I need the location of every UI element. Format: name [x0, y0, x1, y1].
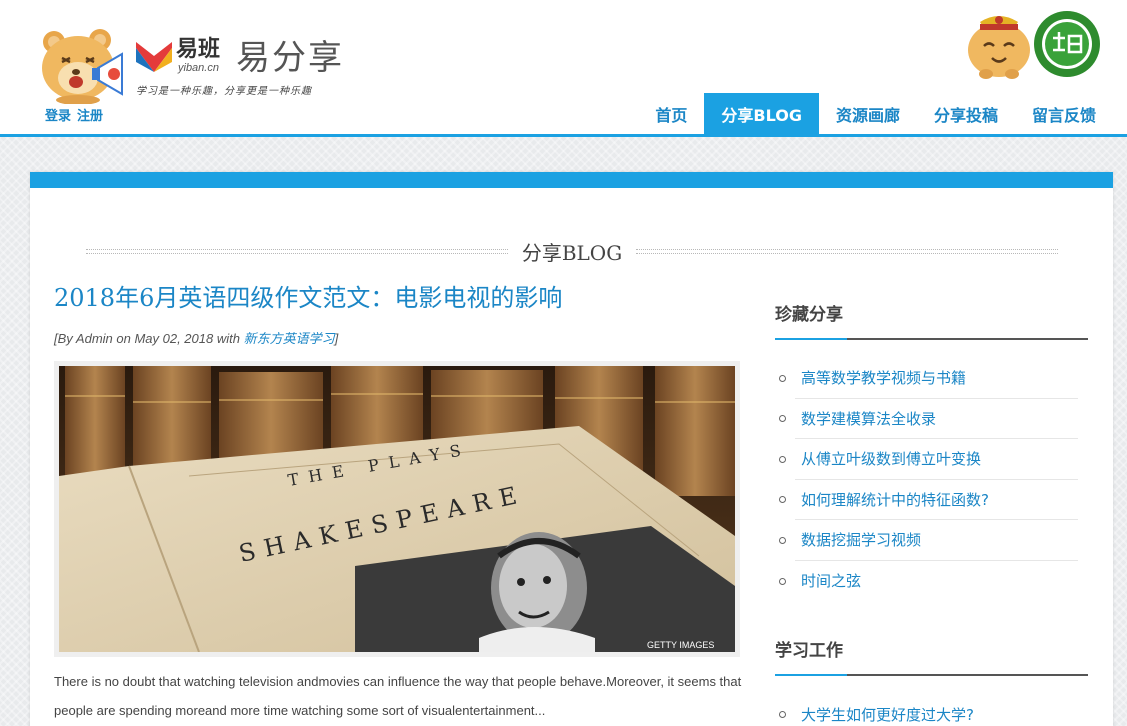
list-item: 数据挖掘学习视频: [779, 520, 1078, 561]
post-meta: [By Admin on May 02, 2018 with 新东方英语学习]: [54, 328, 338, 347]
sidebar-link[interactable]: 数学建模算法全收录: [801, 408, 936, 429]
nav-share-blog[interactable]: 分享BLOG: [704, 93, 819, 134]
section-heading: 分享BLOG: [86, 238, 1059, 265]
list-item: 从傅立叶级数到傅立叶变换: [779, 439, 1078, 480]
section-title: 分享BLOG: [521, 240, 623, 265]
post-featured-image[interactable]: THE PLAYS SHAKESPEARE GETTY IMAGES: [59, 366, 735, 652]
bear-hat-mascot-icon: [968, 16, 1030, 79]
register-link[interactable]: 注册: [77, 105, 103, 124]
sidebar-link[interactable]: 数据挖掘学习视频: [801, 529, 921, 550]
auth-links: 登录 注册: [45, 105, 103, 124]
yiban-brand-domain: yiban.cn: [178, 62, 219, 74]
post-meta-prefix: [By Admin on May 02, 2018 with: [54, 331, 244, 346]
bullet-icon: [779, 455, 786, 463]
widget-list-collection: 高等数学教学视频与书籍 数学建模算法全收录 从傅立叶级数到傅立叶变换 如何理解统…: [775, 358, 1078, 601]
yiban-logo-icon: [136, 42, 172, 72]
widget-list-study-work: 大学生如何更好度过大学?: [775, 694, 1078, 726]
brand-slogan: 学习是一种乐趣，分享更是一种乐趣: [136, 86, 312, 97]
heading-rule-left: [86, 248, 508, 254]
post-category-link[interactable]: 新东方英语学习: [244, 331, 335, 346]
list-item: 数学建模算法全收录: [779, 399, 1078, 439]
sidebar-link[interactable]: 从傅立叶级数到傅立叶变换: [801, 448, 981, 469]
nav-submit-share[interactable]: 分享投稿: [917, 93, 1015, 134]
yiban-brand-name: 易班: [176, 37, 221, 62]
widget-title-collection: 珍藏分享: [775, 298, 1088, 340]
nav-resource-gallery[interactable]: 资源画廊: [819, 93, 917, 134]
bullet-icon: [779, 577, 786, 585]
login-link[interactable]: 登录: [45, 105, 71, 124]
bullet-icon: [779, 415, 786, 423]
share-brand-name: 易分享: [236, 38, 344, 78]
sidebar-link[interactable]: 高等数学教学视频与书籍: [801, 367, 966, 388]
main-content: 分享BLOG 2018年6月英语四级作文范文：电影电视的影响 [By Admin…: [30, 172, 1113, 726]
main-nav: 首页 分享BLOG 资源画廊 分享投稿 留言反馈: [638, 93, 1113, 134]
image-watermark: GETTY IMAGES: [647, 640, 714, 650]
bear-megaphone-mascot-icon: [42, 29, 123, 104]
list-item: 时间之弦: [779, 561, 1078, 602]
book-spine: [65, 366, 125, 476]
list-item: 大学生如何更好度过大学?: [779, 694, 1078, 726]
nav-feedback[interactable]: 留言反馈: [1015, 93, 1113, 134]
site-header: 易班 yiban.cn 易分享 学习是一种乐趣，分享更是一种乐趣 登录 注册 首…: [0, 0, 1127, 137]
bullet-icon: [779, 711, 786, 719]
university-emblem-icon: [1034, 11, 1100, 77]
nav-home[interactable]: 首页: [638, 93, 704, 134]
site-brand[interactable]: 易班 yiban.cn 易分享 学习是一种乐趣，分享更是一种乐趣: [134, 36, 364, 98]
bullet-icon: [779, 496, 786, 504]
post-meta-suffix: ]: [334, 331, 339, 346]
widget-title-study-work: 学习工作: [775, 634, 1088, 676]
post-excerpt: There is no doubt that watching televisi…: [54, 674, 742, 718]
list-item: 如何理解统计中的特征函数?: [779, 480, 1078, 520]
post-image-frame: THE PLAYS SHAKESPEARE GETTY IMAGES: [54, 361, 740, 657]
sidebar-link[interactable]: 时间之弦: [801, 570, 861, 591]
list-item: 高等数学教学视频与书籍: [779, 358, 1078, 399]
post-title-link[interactable]: 2018年6月英语四级作文范文：电影电视的影响: [54, 278, 562, 313]
book-spine: [655, 366, 735, 496]
sidebar-link[interactable]: 大学生如何更好度过大学?: [801, 704, 974, 725]
bullet-icon: [779, 536, 786, 544]
bullet-icon: [779, 374, 786, 382]
sidebar-link[interactable]: 如何理解统计中的特征函数?: [801, 489, 989, 510]
heading-rule-right: [636, 248, 1059, 254]
